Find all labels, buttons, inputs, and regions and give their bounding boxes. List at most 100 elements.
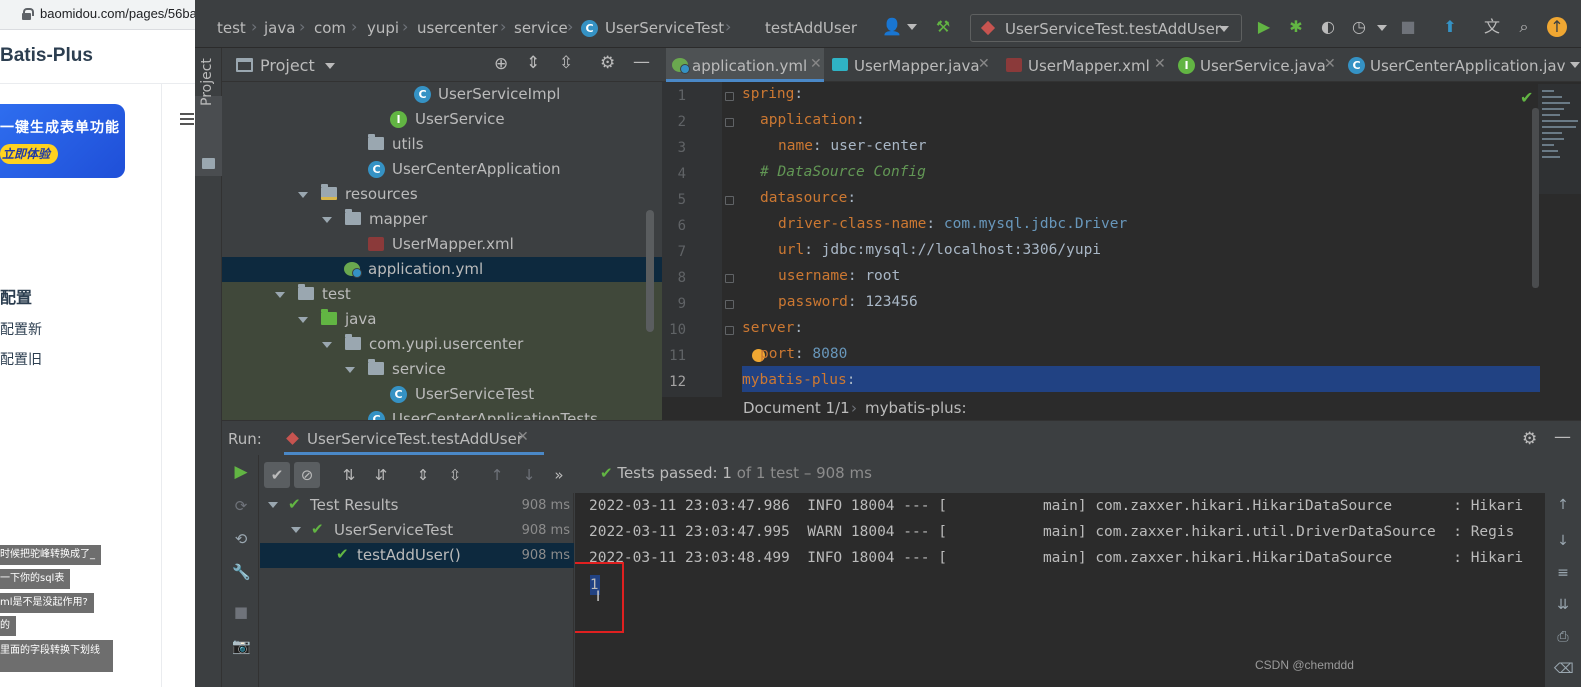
user-icon[interactable]: 👤 (881, 16, 903, 38)
code-line-5[interactable]: datasource: (760, 190, 856, 206)
print-icon[interactable]: ⎙ (1554, 629, 1572, 645)
rerun-icon[interactable]: ▶ (232, 463, 250, 481)
breadcrumb-yupi[interactable]: yupi (367, 19, 399, 37)
stop-icon[interactable]: ■ (232, 603, 250, 621)
code-line-9[interactable]: password: 123456 (778, 294, 918, 310)
fold-marker-icon[interactable] (725, 274, 734, 283)
coverage-icon[interactable]: ◐ (1317, 16, 1339, 38)
breadcrumb-com[interactable]: com (314, 19, 346, 37)
sort-alpha-button[interactable]: ⇅ (336, 462, 362, 488)
fold-marker-icon[interactable] (725, 92, 734, 101)
tab-userservice-java[interactable]: I UserService.java ✕ (1174, 48, 1344, 82)
clear-console-icon[interactable]: ⌫ (1554, 661, 1574, 677)
ide-update-icon[interactable]: ↑ (1547, 17, 1567, 37)
code-line-4[interactable]: # DataSource Config (760, 164, 926, 180)
code-line-12[interactable]: mybatis-plus: (742, 372, 856, 388)
tree-item[interactable]: C UserCenterApplicationTests (222, 407, 662, 420)
build-hammer-icon[interactable]: ⚒ (932, 16, 954, 38)
fold-marker-icon[interactable] (725, 300, 734, 309)
tree-item[interactable]: mapper (222, 207, 662, 232)
breadcrumb-key[interactable]: mybatis-plus: (865, 399, 967, 417)
test-row-results[interactable]: ✔ Test Results 908 ms (260, 493, 574, 518)
soft-wrap-icon[interactable]: ≡ (1554, 565, 1572, 581)
code-line-7[interactable]: url: jdbc:mysql://localhost:3306/yupi (778, 242, 1101, 258)
scroll-down-icon[interactable]: ↓ (1554, 533, 1572, 549)
breadcrumb-document[interactable]: Document 1/1 (743, 399, 850, 417)
code-line-2[interactable]: application: (760, 112, 865, 128)
collapse-all-icon[interactable]: ⇳ (559, 53, 573, 73)
breadcrumb-test[interactable]: test (217, 19, 246, 37)
stop-icon[interactable]: ■ (1397, 16, 1419, 38)
scroll-up-icon[interactable]: ↑ (1554, 497, 1572, 513)
chevron-down-icon[interactable] (268, 502, 278, 508)
wrench-icon[interactable]: 🔧 (232, 563, 251, 581)
camera-icon[interactable]: 📷 (232, 637, 251, 655)
comment-chip[interactable]: 一下你的sql表 (0, 569, 71, 589)
chevron-down-icon[interactable] (291, 527, 301, 533)
chevron-down-icon[interactable] (345, 367, 355, 373)
tree-item[interactable]: resources (222, 182, 662, 207)
tree-item[interactable]: service (222, 357, 662, 382)
search-icon[interactable]: ⌕ (1513, 16, 1535, 38)
show-ignored-button[interactable]: ⊘ (294, 462, 320, 488)
expand-all-icon[interactable]: ⇕ (526, 53, 540, 73)
breadcrumb-java[interactable]: java (264, 19, 295, 37)
close-icon[interactable]: ✕ (978, 56, 990, 72)
tree-item-selected[interactable]: application.yml (222, 257, 662, 282)
collapse-all-button[interactable]: ⇳ (442, 462, 468, 488)
address-bar[interactable]: baomidou.com/pages/56ba (0, 0, 195, 30)
toggle-auto-test-icon[interactable]: ⟲ (232, 530, 250, 548)
more-actions-button[interactable]: » (546, 462, 572, 488)
code-minimap[interactable] (1538, 84, 1581, 194)
code-line-1[interactable]: spring: (742, 86, 803, 102)
test-row-method[interactable]: ✔ testAddUser() 908 ms (260, 543, 574, 568)
close-icon[interactable]: ✕ (1154, 56, 1166, 72)
chevron-down-icon[interactable] (1377, 25, 1387, 31)
tree-item[interactable]: test (222, 282, 662, 307)
hide-panel-icon[interactable]: — (633, 52, 650, 72)
breadcrumb-testadduser[interactable]: testAddUser (765, 19, 857, 37)
code-line-11[interactable]: port: 8080 (760, 346, 847, 362)
chevron-down-icon[interactable] (325, 63, 335, 69)
project-tool-tab[interactable]: Project (199, 58, 215, 106)
tree-item[interactable]: I UserService (222, 107, 662, 132)
code-line-10[interactable]: server: (742, 320, 803, 336)
gear-icon[interactable]: ⚙ (600, 53, 615, 73)
comment-chip[interactable]: ml是不是没起作用? (0, 593, 94, 613)
expand-all-button[interactable]: ⇕ (410, 462, 436, 488)
sidebar-link-config-new[interactable]: 配置新 (0, 319, 42, 339)
tab-list-chevron-icon[interactable] (1570, 62, 1580, 68)
chevron-down-icon[interactable] (322, 217, 332, 223)
tree-item[interactable]: com.yupi.usercenter (222, 332, 662, 357)
tree-item[interactable]: UserMapper.xml (222, 232, 662, 257)
run-tab[interactable]: UserServiceTest.testAddUser ✕ (284, 421, 544, 455)
locate-file-icon[interactable]: ⊕ (494, 54, 508, 74)
chevron-down-icon[interactable] (298, 192, 308, 198)
tree-item[interactable]: C UserServiceImpl (222, 82, 662, 107)
vcs-update-icon[interactable]: ⬆ (1439, 16, 1461, 38)
chevron-down-icon[interactable] (298, 317, 308, 323)
chevron-down-icon[interactable] (275, 292, 285, 298)
show-passed-button[interactable]: ✔ (264, 462, 290, 488)
code-line-6[interactable]: driver-class-name: com.mysql.jdbc.Driver (778, 216, 1127, 232)
site-brand[interactable]: Batis-Plus (0, 45, 93, 67)
chevron-down-icon[interactable] (907, 24, 917, 30)
fold-marker-icon[interactable] (725, 118, 734, 127)
no-problems-check-icon[interactable]: ✔ (1520, 88, 1533, 107)
comment-chip[interactable]: 里面的字段转换下划线 (0, 640, 113, 672)
chevron-down-icon[interactable] (322, 342, 332, 348)
project-panel-title[interactable]: Project (260, 56, 315, 75)
run-configuration-selector[interactable]: UserServiceTest.testAddUser (970, 14, 1242, 42)
tab-application-yml[interactable]: application.yml ✕ (666, 48, 824, 82)
fold-marker-icon[interactable] (725, 326, 734, 335)
code-line-8[interactable]: username: root (778, 268, 900, 284)
comment-chip[interactable]: 的 (0, 616, 16, 636)
close-icon[interactable]: ✕ (810, 56, 822, 72)
scroll-to-end-icon[interactable]: ⇊ (1554, 597, 1572, 613)
sidebar-link-config-old[interactable]: 配置旧 (0, 349, 42, 369)
breadcrumb-service[interactable]: service (514, 19, 568, 37)
hamburger-menu-icon[interactable] (180, 113, 194, 125)
next-failed-button[interactable]: ↓ (516, 462, 542, 488)
tab-usercenterapplication[interactable]: C UserCenterApplication.jav (1344, 48, 1581, 82)
comment-chip[interactable]: 时候把驼峰转换成了_ (0, 545, 101, 565)
